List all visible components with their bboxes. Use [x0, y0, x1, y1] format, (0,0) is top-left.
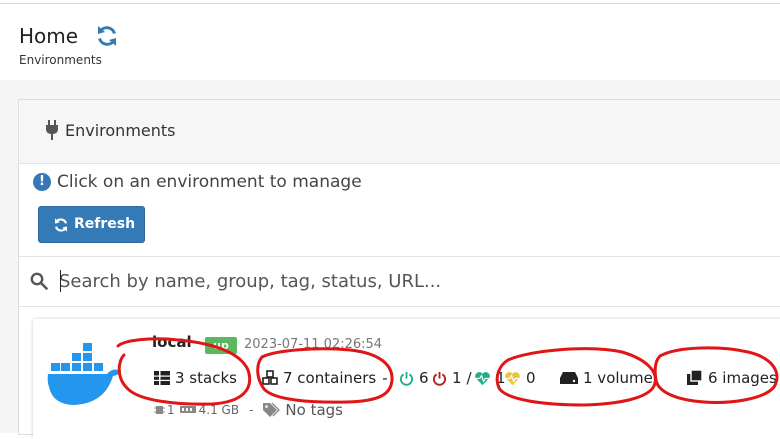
environments-widget: Environments ! Click on an environment t…: [18, 99, 780, 439]
stacks-count: 3 stacks: [175, 369, 237, 387]
text-cursor: [60, 270, 61, 292]
widget-header: Environments: [19, 100, 780, 164]
plug-icon: [46, 120, 58, 140]
memory-icon: [179, 406, 196, 413]
stat-separator: -: [382, 369, 388, 387]
search-input[interactable]: [59, 267, 759, 295]
clone-icon: [687, 370, 703, 385]
page-title: Home: [19, 24, 79, 48]
memory-size: 4.1 GB: [198, 403, 240, 417]
images-stat: 6 images: [687, 367, 777, 389]
containers-stat: 7 containers -: [262, 367, 388, 389]
stat-slash: /: [466, 369, 472, 387]
status-badge: up: [205, 337, 237, 354]
running-count: 6: [419, 369, 429, 387]
page-header: Home Environments: [0, 4, 780, 80]
healthy-stat: 1: [474, 367, 506, 389]
environment-card[interactable]: local up 2023-07-11 02:26:54 3 stacks 7 …: [33, 319, 780, 439]
tags-icon: [263, 403, 281, 417]
refresh-button[interactable]: Refresh: [38, 206, 145, 243]
environment-timestamp: 2023-07-11 02:26:54: [244, 337, 383, 352]
images-count: 6 images: [708, 369, 777, 387]
table-icon: [154, 371, 170, 385]
volumes-count: 1 volume: [583, 369, 653, 387]
environment-name: local: [152, 333, 192, 351]
power-on-icon: [399, 371, 414, 386]
refresh-icon[interactable]: [95, 24, 119, 48]
stopped-count: 1: [452, 369, 462, 387]
unhealthy-stat: 0: [504, 367, 536, 389]
refresh-icon: [54, 218, 68, 232]
cubes-icon: [262, 370, 278, 385]
running-stat: 6: [399, 367, 429, 389]
refresh-button-label: Refresh: [74, 216, 136, 232]
hdd-icon: [560, 372, 578, 384]
unhealthy-count: 0: [526, 369, 536, 387]
stacks-stat: 3 stacks: [154, 367, 237, 389]
volumes-stat: 1 volume: [560, 367, 653, 389]
power-off-icon: [432, 371, 447, 386]
search-icon: [30, 272, 48, 290]
info-text: Click on an environment to manage: [57, 172, 362, 192]
search-bar: [19, 256, 780, 307]
heartbeat-warning-icon: [505, 371, 520, 385]
cpu-icon: [154, 406, 165, 414]
containers-count: 7 containers: [283, 369, 377, 387]
meta-separator: -: [249, 403, 254, 417]
cpu-count: 1: [167, 403, 175, 417]
heartbeat-icon: [475, 371, 490, 385]
widget-title: Environments: [65, 121, 176, 140]
breadcrumb: Environments: [19, 53, 102, 67]
stopped-stat: 1 /: [432, 367, 472, 389]
tags-value: No tags: [285, 401, 343, 419]
info-icon: !: [33, 173, 51, 191]
environment-stats: 3 stacks 7 containers - 6 1 / 1 0 1 volu…: [33, 367, 780, 389]
environment-meta: 1 4.1 GB - No tags: [154, 401, 343, 419]
